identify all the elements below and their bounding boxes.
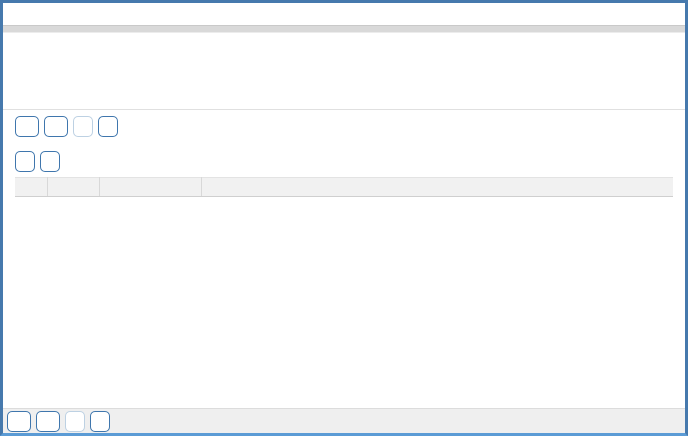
titlebar-divider <box>3 26 685 33</box>
cancel-button-bottom[interactable] <box>90 410 110 432</box>
wizard-toolbar-bottom <box>3 408 685 433</box>
binding-column-header <box>99 177 202 197</box>
wizard-toolbar-top <box>15 110 673 143</box>
next-button-bottom[interactable] <box>36 410 60 432</box>
wizard-stepper <box>15 45 673 103</box>
location-url-column-header <box>201 177 673 197</box>
previous-button[interactable] <box>15 116 39 137</box>
finish-button[interactable] <box>73 116 93 137</box>
next-button[interactable] <box>44 116 68 137</box>
sso-endpoints-table <box>15 177 673 197</box>
previous-button-bottom[interactable] <box>7 410 31 432</box>
add-button[interactable] <box>15 151 35 172</box>
window-title <box>3 3 685 26</box>
row-selector-column-header <box>15 177 48 197</box>
table-header-row <box>15 177 673 197</box>
default-column-header <box>47 177 100 197</box>
remove-button[interactable] <box>40 151 60 172</box>
cancel-button[interactable] <box>98 116 118 137</box>
main-content <box>3 33 685 408</box>
table-actions <box>15 151 673 172</box>
saml-config-window <box>0 0 688 436</box>
finish-button-bottom[interactable] <box>65 410 85 432</box>
